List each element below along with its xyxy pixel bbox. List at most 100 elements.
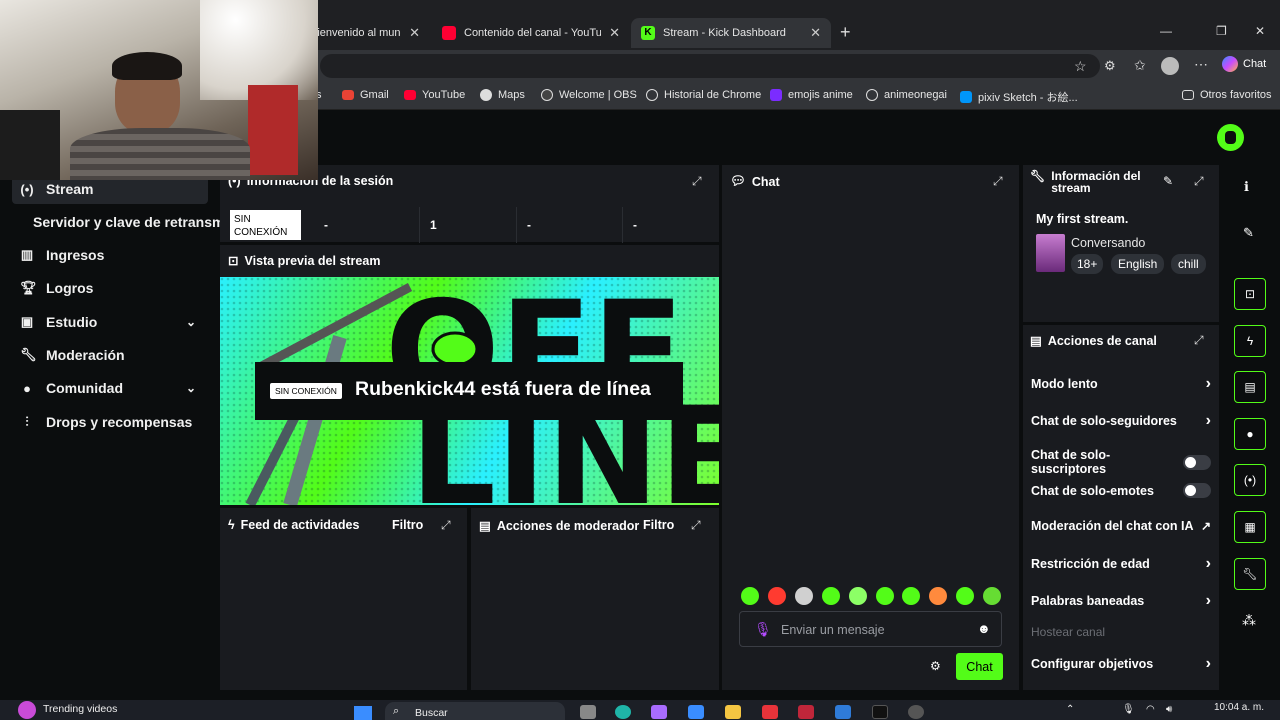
expand-icon[interactable]: ⤢	[1194, 333, 1204, 348]
activity-filter-button[interactable]: Filtro	[392, 518, 423, 532]
action-ai-moderation[interactable]: Moderación del chat con IA ↗	[1031, 519, 1211, 533]
copilot-chat-button[interactable]: Chat	[1222, 56, 1266, 72]
sidebar-item-stream[interactable]: (•) Stream	[20, 181, 93, 197]
wrench-icon[interactable]: 🔧︎	[1234, 558, 1266, 590]
mcafee-icon[interactable]	[798, 705, 814, 719]
clock-time[interactable]: 10:04 a. m.	[1214, 702, 1264, 713]
windows-start-icon[interactable]	[354, 706, 372, 720]
expand-icon[interactable]: ⤢	[691, 518, 701, 533]
sidebar-item-ingresos[interactable]: ▥ Ingresos	[20, 247, 105, 263]
emote-icon[interactable]	[902, 587, 920, 605]
dashboard-page: (•) Stream Servidor y clave de retransm …	[0, 110, 1280, 700]
tab-bienvenido[interactable]: Bienvenido al mundo del ... ✕	[300, 18, 430, 48]
panel-title: Chat	[751, 174, 780, 189]
sidebar-item-logros[interactable]: 🏆︎ Logros	[20, 280, 93, 296]
edit-pencil-icon[interactable]: ✎	[1163, 174, 1173, 188]
microphone-icon[interactable]: 🎙︎	[1122, 704, 1135, 715]
star-icon[interactable]: ☆	[1074, 58, 1087, 75]
action-age-restriction[interactable]: Restricción de edad ›	[1031, 555, 1211, 573]
folder-icon[interactable]	[725, 705, 741, 719]
send-chat-button[interactable]: Chat	[956, 653, 1003, 680]
bookmark-other-favorites[interactable]: Otros favoritos	[1182, 89, 1272, 101]
stream-info-icon[interactable]: ▦	[1234, 511, 1266, 543]
sidebar-item-comunidad[interactable]: ● Comunidad ⌄	[20, 380, 210, 396]
minimize-icon[interactable]: —	[1160, 24, 1172, 38]
emotes-only-toggle[interactable]	[1183, 483, 1211, 498]
tab-kick-dashboard[interactable]: K Stream - Kick Dashboard ✕	[631, 18, 831, 48]
menu-dots-icon[interactable]: ⋯	[1194, 56, 1208, 73]
expand-icon[interactable]: ⤢	[1194, 174, 1204, 189]
copilot-app-icon[interactable]	[651, 705, 667, 719]
folder-icon	[1182, 90, 1194, 100]
close-icon[interactable]: ✕	[609, 25, 620, 41]
emote-icon[interactable]	[849, 587, 867, 605]
bookmark-obs[interactable]: Welcome | OBS	[541, 89, 637, 101]
emote-icon[interactable]	[876, 587, 894, 605]
widget-icon[interactable]	[18, 701, 36, 719]
app-icon[interactable]	[762, 705, 778, 719]
action-followers-only[interactable]: Chat de solo-seguidores ›	[1031, 412, 1211, 430]
document-icon[interactable]: ▤	[1234, 371, 1266, 403]
bolt-icon[interactable]: ϟ	[1234, 325, 1266, 357]
user-avatar[interactable]	[1217, 124, 1244, 151]
chat-message-input[interactable]: 🎙︎ Enviar un mensaje ☻	[739, 611, 1002, 647]
emote-icon[interactable]	[983, 587, 1001, 605]
chat-bubble-icon[interactable]: ●	[1234, 418, 1266, 450]
sidebar-item-estudio[interactable]: ▣ Estudio ⌄	[20, 314, 210, 330]
wifi-icon[interactable]: ◠	[1146, 704, 1155, 715]
extensions-icon[interactable]: ⚙	[1104, 58, 1116, 74]
sidebar-item-moderacion[interactable]: 🔧︎ Moderación	[20, 347, 125, 363]
volume-icon[interactable]: 🔊︎	[1166, 704, 1172, 715]
pencil-icon[interactable]: ✎	[1243, 225, 1254, 241]
close-window-icon[interactable]: ✕	[1255, 24, 1265, 38]
emote-icon[interactable]	[795, 587, 813, 605]
subscribers-only-toggle[interactable]	[1183, 454, 1211, 470]
url-field[interactable]	[320, 54, 1100, 78]
tab-youtube-studio[interactable]: Contenido del canal - YouTube Stu ✕	[432, 18, 630, 48]
task-view-icon[interactable]	[580, 705, 596, 719]
bookmark-pixiv[interactable]: pixiv Sketch - お絵...	[960, 89, 1078, 105]
broadcast-icon[interactable]: (•)	[1234, 464, 1266, 496]
edge-icon[interactable]	[615, 705, 631, 719]
new-tab-icon[interactable]: +	[840, 22, 851, 43]
bookmark-gmail[interactable]: Gmail	[342, 89, 389, 101]
chat-settings-icon[interactable]: ⚙	[930, 659, 941, 673]
widget-title[interactable]: Trending videos	[43, 703, 117, 715]
emote-icon[interactable]	[822, 587, 840, 605]
bookmark-history[interactable]: Historial de Chrome	[646, 89, 761, 101]
bookmark-youtube[interactable]: YouTube	[404, 89, 465, 101]
action-set-goals[interactable]: Configurar objetivos ›	[1031, 655, 1211, 673]
bookmark-animeonegai[interactable]: animeonegai	[866, 89, 947, 101]
bookmark-emojis[interactable]: emojis anime	[770, 89, 853, 101]
store-icon[interactable]	[688, 705, 704, 719]
profile-avatar[interactable]	[1161, 57, 1179, 75]
tiktok-icon[interactable]	[872, 705, 888, 719]
emoji-picker-icon[interactable]: ☻	[977, 621, 991, 636]
preview-toggle-icon[interactable]: ⊡	[1234, 278, 1266, 310]
favorites-icon[interactable]: ✩	[1134, 57, 1146, 74]
sidebar-item-drops[interactable]: ⫶ Drops y recompensas	[20, 414, 192, 430]
chevron-up-icon[interactable]: ⌃	[1066, 704, 1074, 715]
sidebar-item-server-key[interactable]: Servidor y clave de retransm	[33, 214, 224, 230]
emote-icon[interactable]	[956, 587, 974, 605]
close-icon[interactable]: ✕	[409, 25, 420, 41]
info-icon[interactable]: ℹ	[1244, 179, 1249, 195]
expand-icon[interactable]: ⤢	[441, 518, 451, 533]
microphone-icon[interactable]: 🎙︎	[754, 621, 772, 638]
obs-icon[interactable]	[908, 705, 924, 719]
emote-icon[interactable]	[929, 587, 947, 605]
close-icon[interactable]: ✕	[810, 25, 821, 41]
maximize-icon[interactable]: ❐	[1216, 24, 1227, 38]
panel-title: Acciones de canal	[1047, 333, 1157, 348]
action-banned-words[interactable]: Palabras baneadas ›	[1031, 592, 1211, 610]
emote-icon[interactable]	[741, 587, 759, 605]
mail-icon[interactable]	[835, 705, 851, 719]
expand-icon[interactable]: ⤢	[692, 174, 702, 189]
more-widgets-icon[interactable]: ⁂	[1242, 612, 1256, 629]
taskbar-search[interactable]: ⌕ Buscar	[385, 702, 565, 720]
mod-filter-button[interactable]: Filtro	[643, 518, 674, 532]
action-slow-mode[interactable]: Modo lento ›	[1031, 375, 1211, 393]
emote-icon[interactable]	[768, 587, 786, 605]
expand-icon[interactable]: ⤢	[993, 174, 1003, 189]
bookmark-maps[interactable]: Maps	[480, 89, 525, 101]
